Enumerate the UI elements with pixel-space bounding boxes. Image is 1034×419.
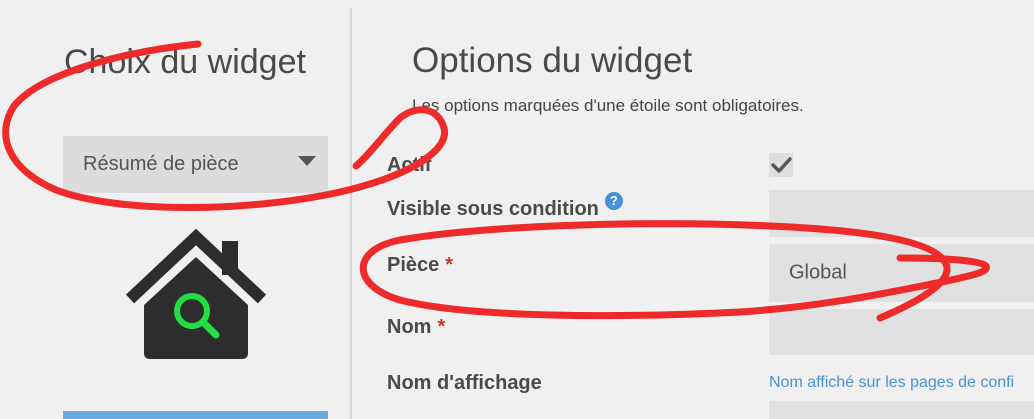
validate-button-edge[interactable]	[63, 411, 328, 419]
widget-config-page: Choix du widget Résumé de pièce Options …	[0, 0, 1034, 419]
field-label-nom: Nom *	[387, 316, 445, 339]
widget-type-selected-value: Résumé de pièce	[83, 153, 239, 175]
required-star: *	[437, 316, 446, 338]
field-label-nom-text: Nom	[387, 316, 432, 338]
required-fields-note: Les options marquées d'une étoile sont o…	[412, 96, 804, 115]
actif-checkbox[interactable]	[769, 153, 793, 177]
visible-condition-input[interactable]	[769, 190, 1034, 237]
field-label-actif: Actif	[387, 154, 431, 177]
help-icon[interactable]: ?	[604, 192, 623, 210]
widget-options-title: Options du widget	[412, 41, 693, 80]
caret-down-icon	[298, 156, 316, 166]
field-label-nom-affichage: Nom d'affichage	[387, 372, 542, 395]
field-label-nom-affichage-text: Nom d'affichage	[387, 372, 542, 394]
nom-affichage-input[interactable]	[769, 401, 1034, 419]
panel-divider	[350, 8, 352, 419]
required-star: *	[445, 254, 454, 276]
piece-select-value: Global	[789, 261, 847, 284]
field-label-visible: Visible sous condition?	[387, 192, 623, 221]
widget-choice-panel: Choix du widget Résumé de pièce	[0, 0, 350, 419]
field-label-actif-text: Actif	[387, 154, 432, 176]
field-label-piece-text: Pièce	[387, 254, 440, 276]
piece-select[interactable]: Global	[769, 244, 1034, 302]
nom-input[interactable]	[769, 309, 1034, 355]
field-label-visible-text: Visible sous condition	[387, 198, 599, 220]
widget-type-select[interactable]: Résumé de pièce	[63, 136, 328, 193]
field-label-piece: Pièce *	[387, 254, 453, 277]
widget-choice-title: Choix du widget	[64, 43, 306, 81]
nom-affichage-hint: Nom affiché sur les pages de confi	[769, 374, 1015, 391]
house-search-icon	[125, 228, 267, 359]
check-icon	[771, 157, 792, 173]
